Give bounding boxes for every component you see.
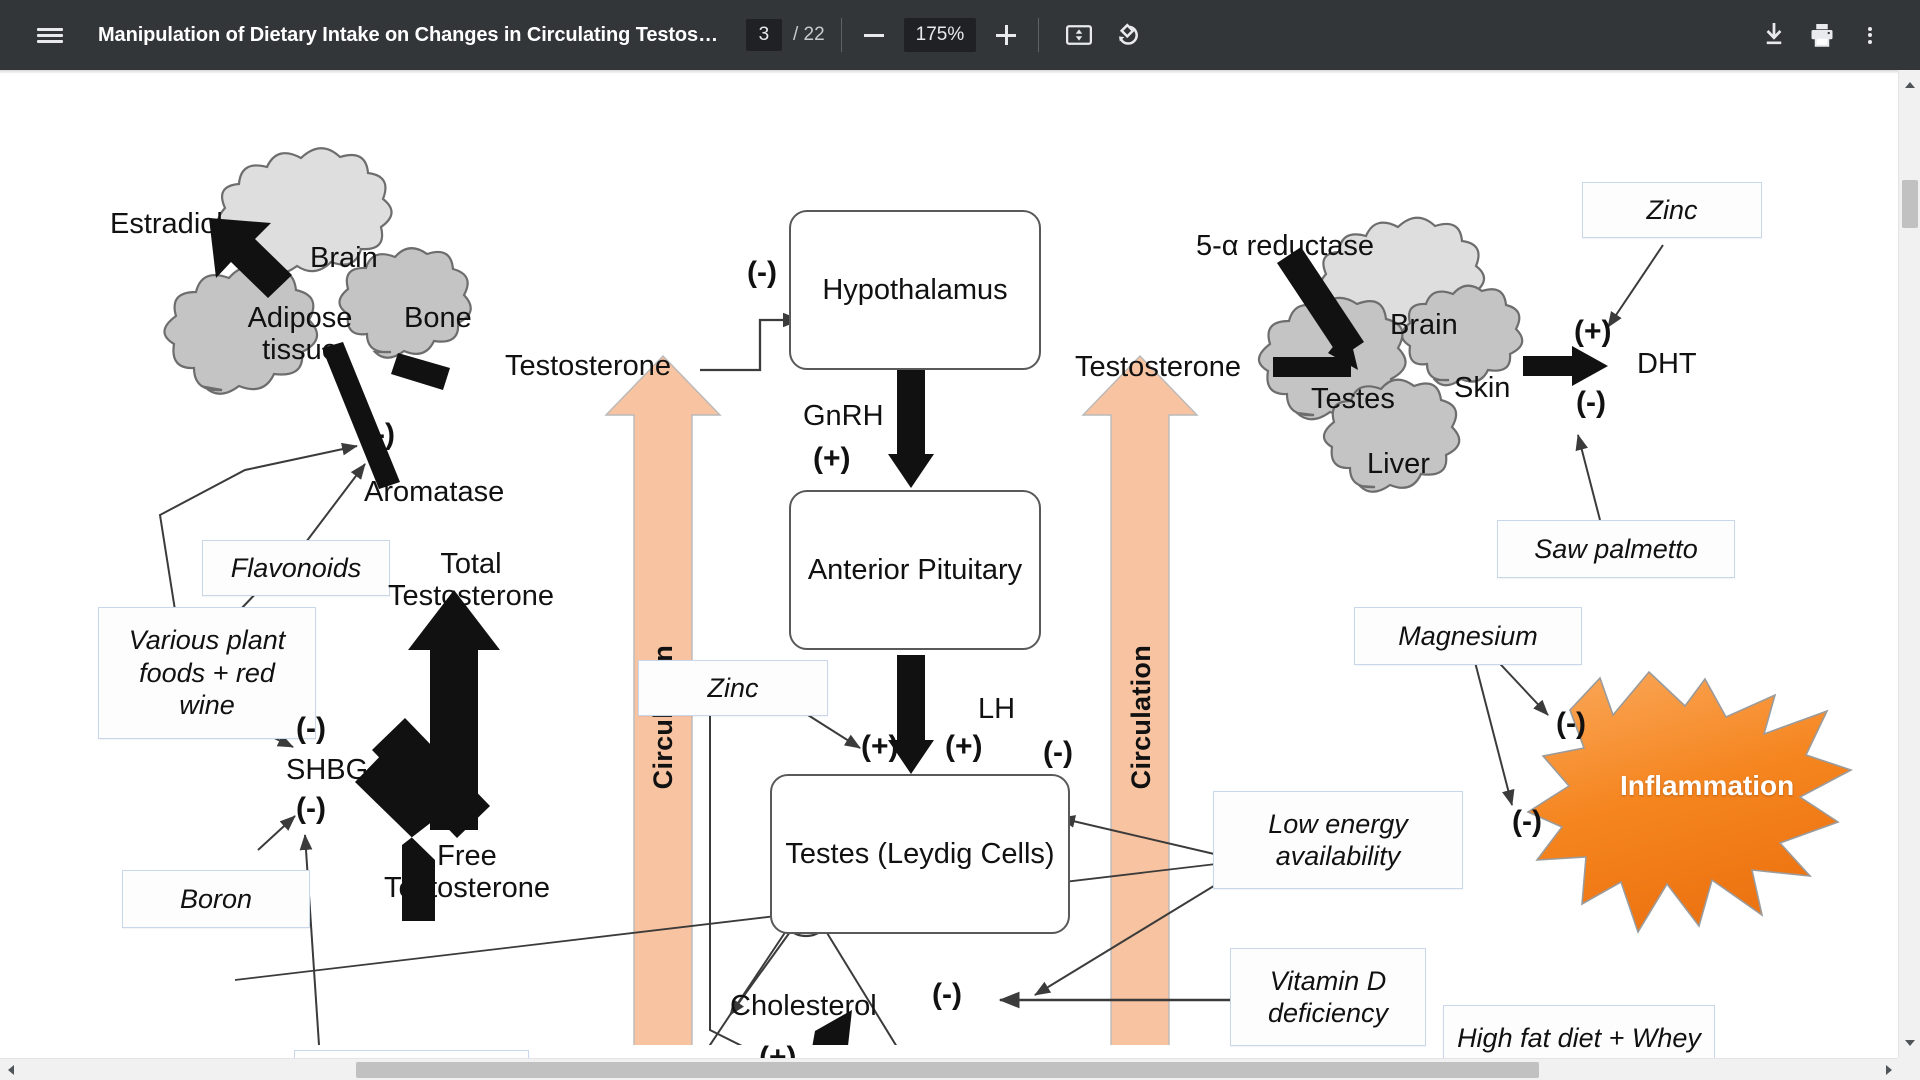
more-dot (1868, 39, 1872, 44)
scroll-up-arrow-icon[interactable] (1905, 82, 1915, 88)
dht-arrow (1523, 346, 1608, 386)
scroll-down-arrow-icon[interactable] (1905, 1040, 1915, 1046)
label-neg-inflammation-mg: (-) (1556, 707, 1586, 740)
vertical-scrollbar[interactable] (1898, 70, 1920, 1058)
box-flavonoids: Flavonoids (202, 540, 390, 596)
label-adipose-tissue: Adipose tissue (247, 302, 353, 367)
testosterone-left-stub (391, 353, 450, 390)
label-brain-right: Brain (1390, 309, 1458, 341)
toolbar-right-group (1750, 11, 1894, 59)
fit-to-page-icon[interactable] (1055, 11, 1103, 59)
label-neg-aromatase: (-) (365, 418, 395, 451)
page-controls: / 22 (745, 19, 825, 51)
rotate-counterclockwise-icon[interactable] (1103, 11, 1151, 59)
label-neg-hypothalamus: (-) (747, 256, 777, 289)
label-testosterone-left: Testosterone (505, 350, 672, 382)
label-testosterone-right: Testosterone (1075, 351, 1242, 383)
label-neg-shbg-bottom: (-) (296, 792, 326, 825)
print-icon[interactable] (1798, 11, 1846, 59)
label-neg-lowenergy-testes: (-) (1043, 736, 1073, 769)
print-glyph (1811, 24, 1833, 47)
label-lh: LH (978, 693, 1016, 725)
more-dot (1868, 26, 1872, 31)
label-inflammation: Inflammation (1620, 770, 1795, 801)
label-gnrh: GnRH (803, 400, 884, 432)
label-neg-inflammation-low: (-) (1512, 805, 1542, 838)
vertical-scrollbar-thumb[interactable] (1902, 180, 1918, 228)
label-neg-vitd: (-) (932, 978, 962, 1011)
label-liver: Liver (1367, 448, 1430, 480)
plus-icon[interactable] (990, 19, 1022, 51)
label-pos-lh: (+) (945, 730, 983, 763)
horizontal-scrollbar-thumb[interactable] (356, 1062, 1539, 1078)
label-brain-left: Brain (310, 242, 378, 274)
label-bone: Bone (404, 302, 472, 334)
zoom-level-label[interactable]: 175% (903, 18, 977, 52)
hamburger-line (37, 39, 63, 43)
download-glyph (1766, 23, 1782, 45)
scrollbar-corner (1898, 1058, 1920, 1080)
zoom-controls: 175% (858, 18, 1023, 52)
box-saw-palmetto: Saw palmetto (1497, 520, 1735, 578)
page-count-label: / 22 (792, 24, 825, 45)
hamburger-menu-icon[interactable] (26, 11, 74, 59)
box-boron: Boron (122, 870, 310, 928)
page-number-input[interactable] (745, 19, 782, 51)
label-circulation-right: Circulation (1126, 645, 1156, 790)
label-neg-shbg-top: (-) (296, 712, 326, 745)
connector-flavonoids-aromatase (299, 463, 366, 551)
box-hypothalamus: Hypothalamus (789, 210, 1041, 370)
box-testes-leydig: Testes (Leydig Cells) (770, 774, 1070, 934)
testosterone-right-stub (1273, 357, 1351, 377)
box-zinc-center: Zinc (638, 660, 828, 716)
more-dot (1868, 33, 1872, 37)
connector-zinc-dht (1607, 244, 1664, 328)
connector-boron-shbg (257, 815, 296, 851)
label-five-alpha-reductase: 5-α reductase (1196, 230, 1374, 262)
minus-bar (863, 33, 884, 37)
horizontal-scrollbar[interactable] (0, 1058, 1920, 1080)
fit-to-page-glyph (1066, 25, 1093, 45)
label-shbg: SHBG (286, 754, 369, 786)
connector-testosterone-hypothalamus (700, 312, 802, 372)
label-total-testosterone: Total Testosterone (387, 548, 555, 613)
testosterone-pathway-diagram: Estradiol Brain Adipose tissue Bone Test… (0, 70, 1905, 1080)
label-testes-right: Testes (1311, 383, 1395, 415)
scroll-right-arrow-icon[interactable] (1886, 1065, 1892, 1075)
label-free-testosterone: Free Testosterone (383, 840, 551, 905)
leydig-diagonal-left (708, 927, 789, 1045)
toolbar-divider (1038, 18, 1040, 52)
box-anterior-pituitary: Anterior Pituitary (789, 490, 1041, 650)
label-pos-dht: (+) (1574, 315, 1612, 348)
hamburger-line (37, 27, 63, 31)
toolbar-divider (840, 18, 842, 52)
minus-icon[interactable] (858, 19, 890, 51)
label-pos-gnrh: (+) (813, 442, 851, 475)
connector-magnesium-shbg (299, 834, 321, 1045)
label-pos-zinc: (+) (861, 730, 899, 763)
scroll-left-arrow-icon[interactable] (8, 1065, 14, 1075)
pdf-viewer-area[interactable]: Estradiol Brain Adipose tissue Bone Test… (0, 70, 1920, 1080)
box-magnesium-right: Magnesium (1354, 607, 1582, 665)
plus-bar-v (1004, 25, 1008, 45)
gnrh-arrow (888, 370, 934, 488)
connector-sawpalmetto-dht (1575, 434, 1601, 521)
document-title: Manipulation of Dietary Intake on Change… (98, 23, 718, 46)
more-vertical-icon[interactable] (1846, 11, 1894, 59)
label-neg-dht: (-) (1576, 386, 1606, 419)
box-various-plant-foods: Various plant foods + red wine (98, 607, 316, 739)
box-low-energy-availability: Low energy availability (1213, 791, 1463, 889)
pdf-toolbar: Manipulation of Dietary Intake on Change… (0, 0, 1920, 70)
label-estradiol: Estradiol (110, 208, 223, 240)
label-cholesterol: Cholesterol (730, 990, 877, 1022)
label-dht: DHT (1637, 348, 1697, 380)
hamburger-line (37, 33, 63, 37)
pdf-page: Estradiol Brain Adipose tissue Bone Test… (0, 70, 1905, 1080)
box-vitamin-d-deficiency: Vitamin D deficiency (1230, 948, 1426, 1046)
label-skin: Skin (1454, 372, 1511, 404)
download-icon[interactable] (1750, 11, 1798, 59)
label-aromatase: Aromatase (364, 476, 505, 508)
rotate-glyph (1119, 23, 1139, 45)
box-zinc-top-right: Zinc (1582, 182, 1762, 238)
